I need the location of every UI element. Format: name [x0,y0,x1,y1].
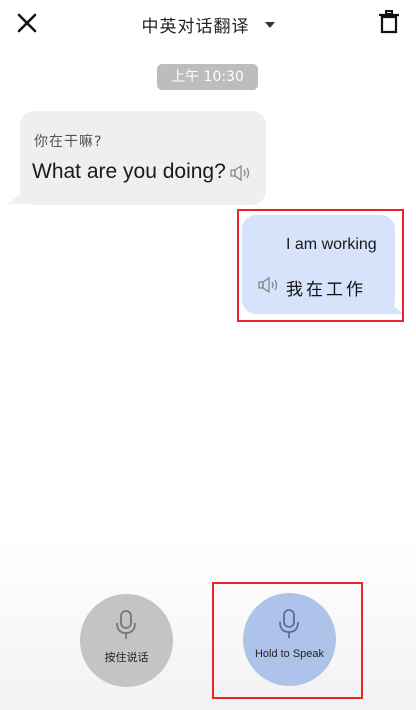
trash-icon[interactable] [378,10,400,34]
message-bubble-left [20,111,266,205]
timestamp-badge: 上午 10:30 [157,64,258,90]
top-bar: 中英对话翻译 [0,0,416,46]
language-selector[interactable]: 中英对话翻译 [0,12,416,37]
speaker-icon[interactable] [230,164,252,182]
chinese-speak-label: 按住说话 [104,651,149,664]
chinese-speak-button[interactable]: 按住说话 [80,594,173,687]
message-translated-text: What are you doing? [32,160,226,183]
page-title: 中英对话翻译 [141,17,250,37]
bubble-tail-left [8,188,28,204]
highlight-box-message [237,209,404,322]
message-source-text: 你在干嘛? [34,134,103,150]
microphone-icon [116,610,136,639]
caret-down-icon [264,21,275,28]
highlight-box-button [212,582,363,699]
